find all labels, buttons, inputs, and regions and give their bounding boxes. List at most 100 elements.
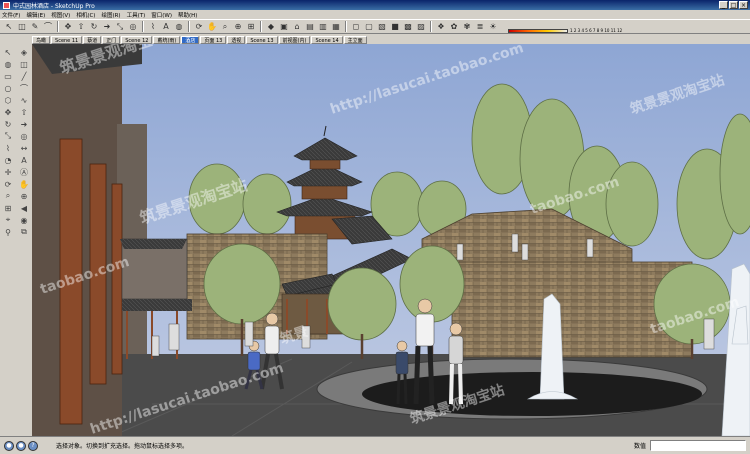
shadow-scale[interactable]: 1 2 3 4 5 6 7 8 9 10 11 12 (508, 21, 622, 33)
zoom-icon[interactable]: ⌕ (0, 190, 16, 202)
menu-view[interactable]: 视图(V) (51, 11, 70, 19)
section-plane-icon[interactable]: ⧉ (16, 226, 32, 238)
arc-icon[interactable]: ⌒ (42, 21, 54, 33)
close-button[interactable]: × (739, 1, 748, 9)
measurements-input[interactable] (650, 440, 746, 451)
shaded-texture-icon[interactable]: ▩ (402, 21, 414, 33)
monochrome-icon[interactable]: ▨ (415, 21, 427, 33)
maximize-button[interactable]: □ (729, 1, 738, 9)
protractor-icon[interactable]: ◔ (0, 154, 16, 166)
walk-icon[interactable]: ⚲ (0, 226, 16, 238)
styles-icon[interactable]: ✾ (461, 21, 473, 33)
scale-icon[interactable]: ⤡ (114, 21, 126, 33)
help-icon[interactable]: ? (28, 440, 38, 451)
geo-location-icon[interactable]: ● (4, 440, 14, 451)
follow-me-icon[interactable]: ➜ (101, 21, 113, 33)
scene-tab[interactable]: Scene 14 (311, 35, 343, 44)
move-icon[interactable]: ✥ (62, 21, 74, 33)
credits-icon[interactable]: ● (16, 440, 26, 451)
scene-tab[interactable]: Scene 11 (51, 35, 83, 44)
polygon-icon[interactable]: ⬡ (0, 94, 16, 106)
scene-tab[interactable]: Scene 12 (121, 35, 153, 44)
menu-file[interactable]: 文件(F) (2, 11, 20, 19)
scene-tab[interactable]: 前视图(内) (278, 35, 311, 44)
menu-draw[interactable]: 绘图(R) (101, 11, 120, 19)
text-icon[interactable]: A (160, 21, 172, 33)
scene-tab[interactable]: 戴统(雨) (153, 35, 181, 44)
select-tool-icon[interactable]: ↖ (0, 46, 16, 58)
freehand-icon[interactable]: ∿ (16, 94, 32, 106)
orbit-icon[interactable]: ⟳ (193, 21, 205, 33)
back-view-icon[interactable]: ▥ (317, 21, 329, 33)
zoom-extents-icon[interactable]: ⊞ (0, 202, 16, 214)
scene-tab[interactable]: Scene 13 (246, 35, 278, 44)
scene-tab[interactable]: 页面 13 (200, 35, 227, 44)
offset-icon[interactable]: ◎ (16, 130, 32, 142)
3d-viewport[interactable]: 筑景景观淘宝站 http://lasucai.taobao.com 筑景景观淘宝… (32, 44, 750, 436)
xray-icon[interactable]: ◻ (350, 21, 362, 33)
tape-measure-icon[interactable]: ⌇ (0, 142, 16, 154)
push-pull-icon[interactable]: ⇧ (75, 21, 87, 33)
scene-tab-active[interactable]: 酒店 (181, 35, 200, 44)
scene-tab[interactable]: 透视 (227, 35, 246, 44)
toolbar-separator (188, 21, 190, 32)
eraser-icon[interactable]: ◫ (16, 58, 32, 70)
text-icon[interactable]: A (16, 154, 32, 166)
rectangle-icon[interactable]: ▭ (0, 70, 16, 82)
tape-measure-icon[interactable]: ⌇ (147, 21, 159, 33)
paint-bucket-icon[interactable]: ◍ (173, 21, 185, 33)
shaded-icon[interactable]: ■ (389, 21, 401, 33)
pan-icon[interactable]: ✋ (16, 178, 32, 190)
layers-icon[interactable]: ≣ (474, 21, 486, 33)
line-icon[interactable]: ╱ (16, 70, 32, 82)
eraser-icon[interactable]: ◫ (16, 21, 28, 33)
zoom-window-icon[interactable]: ⊕ (16, 190, 32, 202)
hidden-line-icon[interactable]: ▧ (376, 21, 388, 33)
pan-icon[interactable]: ✋ (206, 21, 218, 33)
top-view-icon[interactable]: ▣ (278, 21, 290, 33)
left-view-icon[interactable]: ▦ (330, 21, 342, 33)
select-tool-icon[interactable]: ↖ (3, 21, 15, 33)
move-icon[interactable]: ✥ (0, 106, 16, 118)
scale-icon[interactable]: ⤡ (0, 130, 16, 142)
3d-text-icon[interactable]: Ⓐ (16, 166, 32, 178)
shadows-icon[interactable]: ☀ (487, 21, 499, 33)
scene-tab[interactable]: 鸟瞰 (32, 35, 51, 44)
menu-help[interactable]: 帮助(H) (178, 11, 197, 19)
menu-tools[interactable]: 工具(T) (127, 11, 146, 19)
arc-icon[interactable]: ⌒ (16, 82, 32, 94)
rotate-icon[interactable]: ↻ (0, 118, 16, 130)
pencil-icon[interactable]: ✎ (29, 21, 41, 33)
right-view-icon[interactable]: ▤ (304, 21, 316, 33)
position-camera-icon[interactable]: ⌖ (0, 214, 16, 226)
rotate-icon[interactable]: ↻ (88, 21, 100, 33)
menu-window[interactable]: 窗口(W) (151, 11, 172, 19)
zoom-icon[interactable]: ⌕ (219, 21, 231, 33)
scene-tab[interactable]: 主立面 (343, 35, 367, 44)
axes-icon[interactable]: ✛ (0, 166, 16, 178)
components-icon[interactable]: ❖ (435, 21, 447, 33)
zoom-extents-icon[interactable]: ⊞ (245, 21, 257, 33)
look-around-icon[interactable]: ◉ (16, 214, 32, 226)
make-component-icon[interactable]: ◈ (16, 46, 32, 58)
zoom-window-icon[interactable]: ⊕ (232, 21, 244, 33)
paint-bucket-icon[interactable]: ◍ (0, 58, 16, 70)
push-pull-icon[interactable]: ⇧ (16, 106, 32, 118)
shadow-scale-bar[interactable] (508, 28, 568, 33)
wireframe-icon[interactable]: ▢ (363, 21, 375, 33)
orbit-icon[interactable]: ⟳ (0, 178, 16, 190)
scene-tab[interactable]: 蔡道 (83, 35, 102, 44)
scene-tab[interactable]: 正门 (102, 35, 121, 44)
front-view-icon[interactable]: ⌂ (291, 21, 303, 33)
offset-icon[interactable]: ◎ (127, 21, 139, 33)
dimension-icon[interactable]: ↔ (16, 142, 32, 154)
circle-icon[interactable]: ○ (0, 82, 16, 94)
materials-icon[interactable]: ✿ (448, 21, 460, 33)
menu-edit[interactable]: 编辑(E) (26, 11, 45, 19)
menu-camera[interactable]: 相机(C) (76, 11, 95, 19)
minimize-button[interactable]: _ (719, 1, 728, 9)
iso-view-icon[interactable]: ◆ (265, 21, 277, 33)
follow-me-icon[interactable]: ➜ (16, 118, 32, 130)
previous-view-icon[interactable]: ◀ (16, 202, 32, 214)
status-message: 选择对象。切换到扩充选择。拖动鼠标选择多项。 (56, 443, 189, 450)
